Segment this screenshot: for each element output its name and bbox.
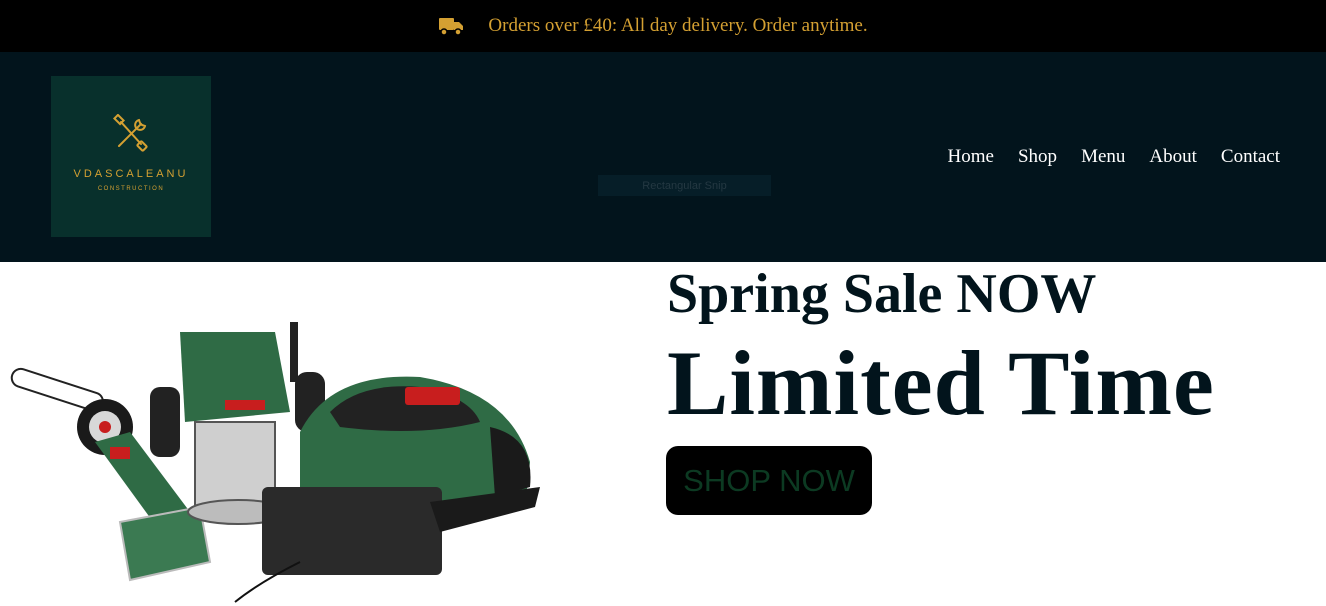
site-logo[interactable]: VDASCALEANU CONSTRUCTION [51, 76, 211, 237]
nav-contact[interactable]: Contact [1221, 146, 1280, 168]
announcement-bar: Orders over £40: All day delivery. Order… [0, 0, 1326, 52]
logo-subtitle: CONSTRUCTION [97, 186, 165, 192]
hero-subheadline: Limited Time [667, 332, 1215, 434]
shop-now-button[interactable]: SHOP NOW [666, 446, 872, 515]
nav-home[interactable]: Home [948, 146, 994, 168]
announcement-text: Orders over £40: All day delivery. Order… [488, 15, 868, 36]
site-header: VDASCALEANU CONSTRUCTION Rectangular Sni… [0, 52, 1326, 262]
truck-icon [439, 18, 464, 36]
hero-headline: Spring Sale NOW [667, 263, 1097, 325]
main-nav: Home Shop Menu About Contact [948, 146, 1280, 168]
logo-brand-text: VDASCALEANU [73, 168, 189, 180]
crossed-tools-icon [112, 114, 148, 152]
power-tools-product-image [10, 322, 540, 603]
nav-shop[interactable]: Shop [1018, 146, 1057, 168]
nav-about[interactable]: About [1149, 146, 1197, 168]
nav-menu[interactable]: Menu [1081, 146, 1125, 168]
rectangular-snip-tooltip: Rectangular Snip [598, 175, 771, 196]
